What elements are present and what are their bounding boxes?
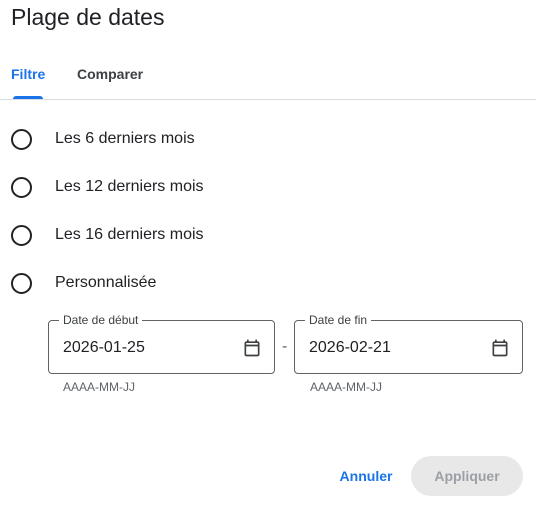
start-date-format-hint: AAAA-MM-JJ [63, 380, 135, 394]
apply-button[interactable]: Appliquer [411, 456, 523, 496]
radio-button[interactable] [11, 176, 32, 198]
option-custom[interactable]: Personnalisée [11, 270, 156, 296]
tab-filter[interactable]: Filtre [11, 66, 45, 82]
option-label: Les 12 derniers mois [55, 178, 204, 195]
end-date-field[interactable]: Date de fin 2026-02-21 [294, 313, 523, 374]
tab-divider [0, 99, 536, 100]
radio-button[interactable] [11, 128, 32, 150]
calendar-icon[interactable] [242, 338, 262, 358]
option-last-6-months[interactable]: Les 6 derniers mois [11, 126, 195, 152]
end-date-input[interactable]: 2026-02-21 [309, 339, 391, 357]
date-separator: - [282, 338, 288, 355]
option-label: Les 6 derniers mois [55, 130, 195, 147]
end-date-label: Date de fin [305, 313, 372, 327]
radio-button[interactable] [11, 272, 32, 294]
option-label: Les 16 derniers mois [55, 226, 204, 243]
option-label: Personnalisée [55, 274, 157, 291]
start-date-label: Date de début [59, 313, 143, 327]
option-last-12-months[interactable]: Les 12 derniers mois [11, 174, 204, 200]
end-date-format-hint: AAAA-MM-JJ [310, 380, 382, 394]
radio-button[interactable] [11, 224, 32, 246]
tab-compare[interactable]: Comparer [77, 66, 143, 82]
option-last-16-months[interactable]: Les 16 derniers mois [11, 222, 204, 248]
dialog-title: Plage de dates [11, 4, 165, 30]
cancel-button[interactable]: Annuler [328, 456, 404, 496]
calendar-icon[interactable] [490, 338, 510, 358]
start-date-field[interactable]: Date de début 2026-01-25 [48, 313, 275, 374]
start-date-input[interactable]: 2026-01-25 [63, 339, 145, 357]
